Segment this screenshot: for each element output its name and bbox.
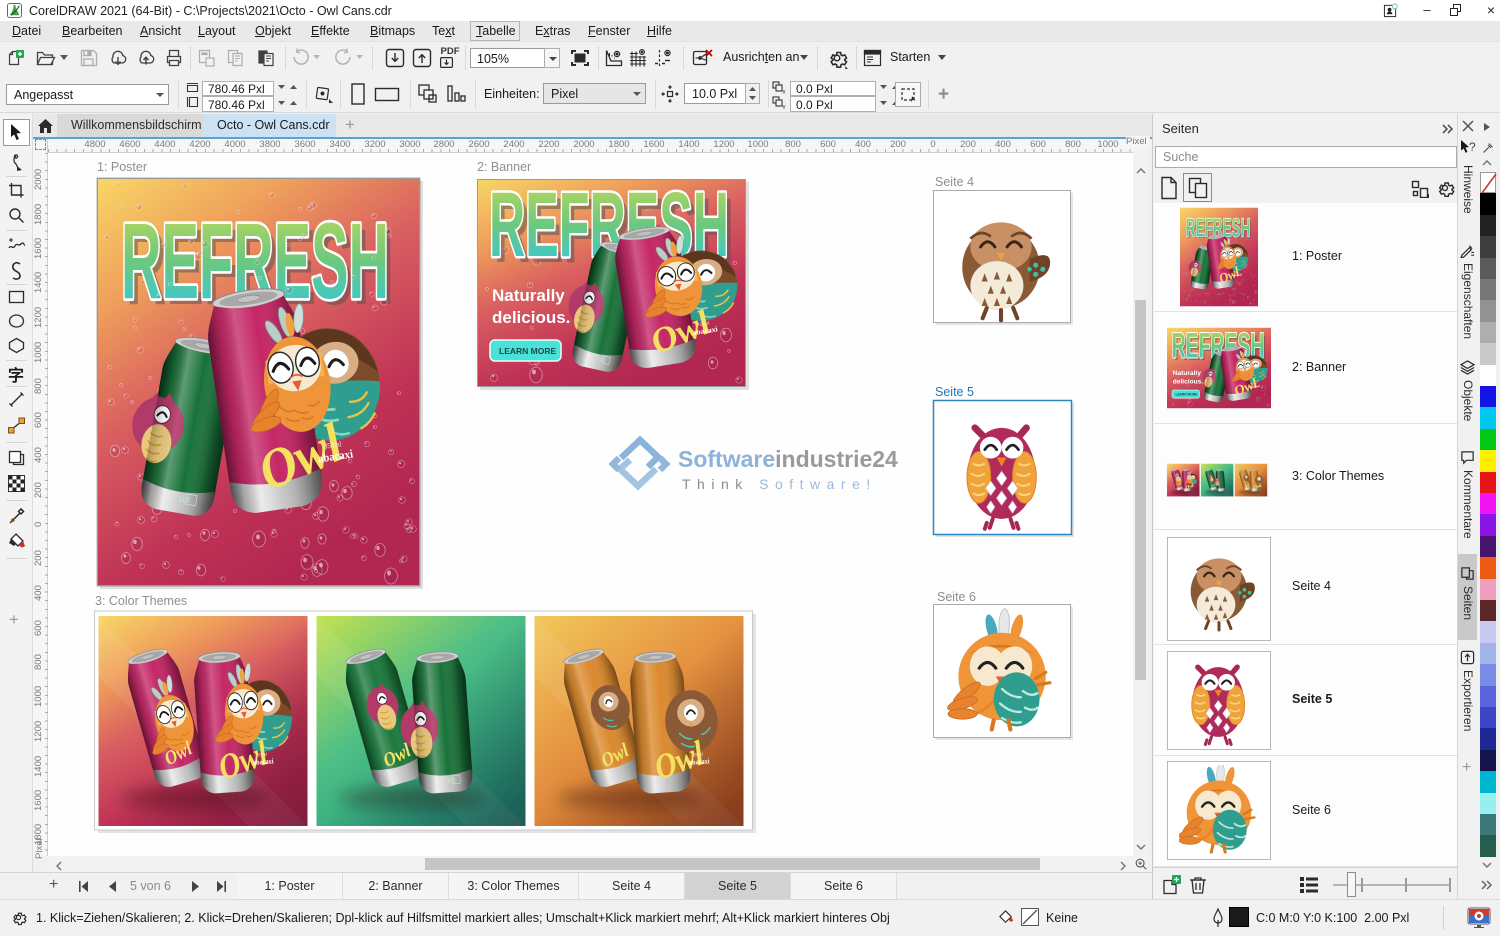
svg-text:Think Software!: Think Software! [682, 476, 877, 492]
svg-text:3: Color Themes: 3: Color Themes [95, 594, 187, 608]
svg-text:Seite 5: Seite 5 [935, 385, 974, 399]
svg-text:Softwareindustrie24: Softwareindustrie24 [678, 446, 898, 472]
svg-text:2: Banner: 2: Banner [477, 160, 531, 174]
svg-text:Seite 4: Seite 4 [935, 175, 974, 189]
svg-text:x: x [783, 90, 786, 95]
svg-text:Seite 6: Seite 6 [937, 590, 976, 604]
svg-text:1: Poster: 1: Poster [97, 160, 147, 174]
svg-text:y: y [783, 105, 786, 110]
